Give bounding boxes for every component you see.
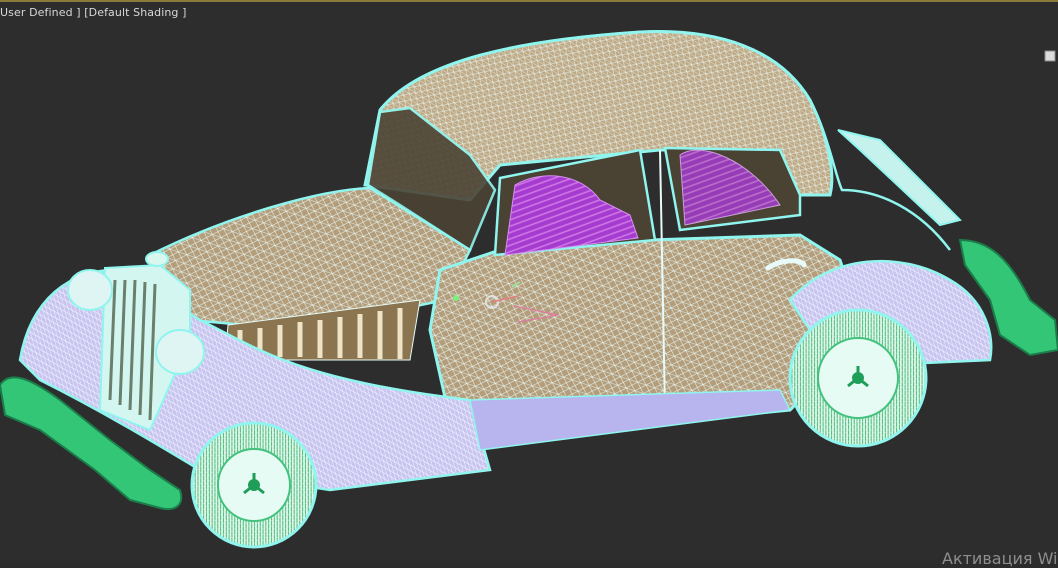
headlight-left bbox=[67, 269, 113, 311]
headlight-right bbox=[155, 329, 205, 375]
viewport-perspective[interactable]: User Defined ] [Default Shading ] Актива… bbox=[0, 0, 1058, 568]
rear-luggage-rack bbox=[837, 129, 962, 227]
viewcube-corner-icon[interactable] bbox=[1044, 50, 1056, 62]
running-board bbox=[469, 389, 792, 451]
car-wireframe-model[interactable] bbox=[0, 0, 1058, 564]
viewport-label[interactable]: User Defined ] [Default Shading ] bbox=[0, 6, 187, 19]
front-wheel bbox=[190, 421, 318, 549]
rear-wheel bbox=[788, 308, 928, 448]
viewport-label-text[interactable]: User Defined ] [Default Shading ] bbox=[0, 6, 187, 19]
windows-activation-watermark: Активация Wi bbox=[942, 549, 1058, 568]
